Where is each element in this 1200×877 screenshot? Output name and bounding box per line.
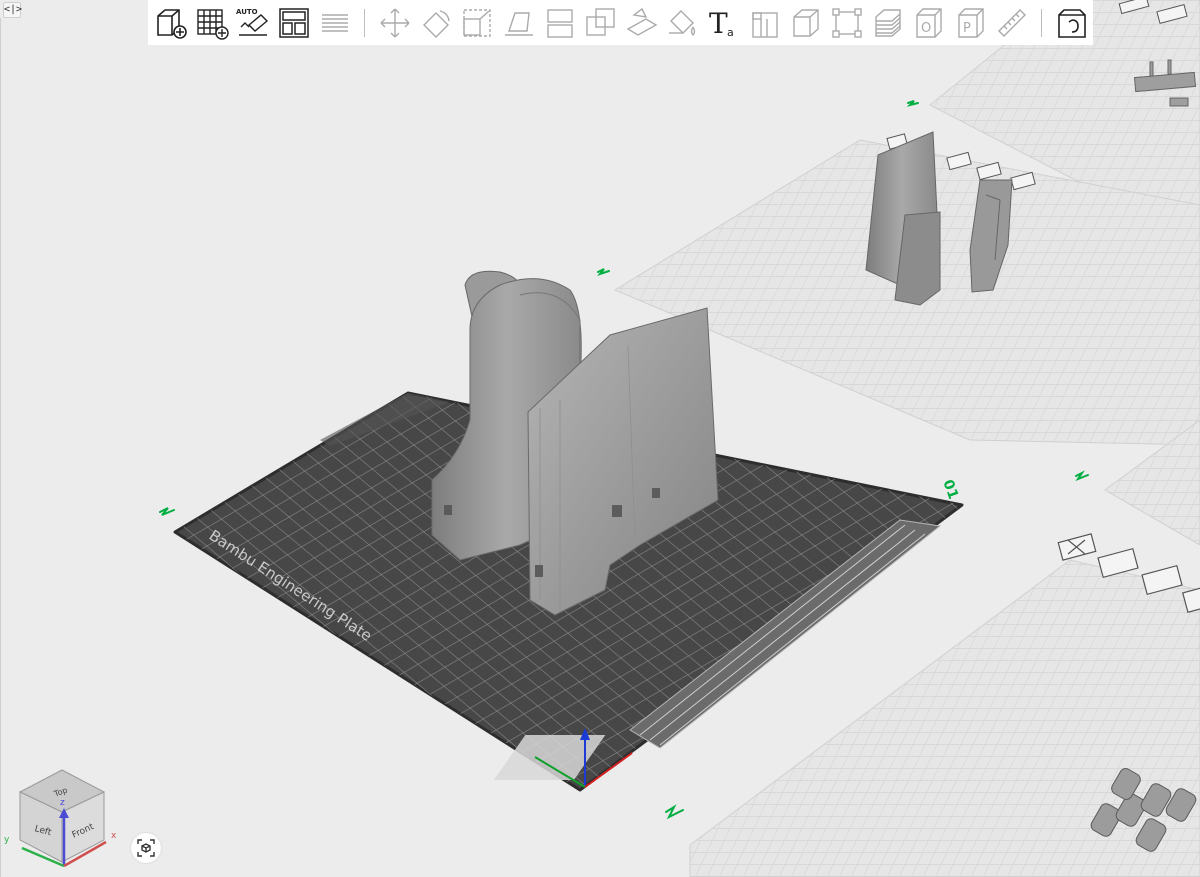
assembly-button[interactable] [786,3,826,43]
assembly-icon [793,8,819,37]
move-button[interactable] [375,3,415,43]
text-icon: T a [709,7,734,40]
add-plate-button[interactable] [192,3,232,43]
color-paint-icon [668,9,696,36]
3d-viewport[interactable]: Bambu Engineering Plate 01 Top Left Fron… [0,0,1200,877]
scale-button[interactable] [458,3,498,43]
view-cube-z: z [60,798,65,808]
cut-button[interactable] [540,3,580,43]
svg-text:P: P [963,21,971,36]
seam-icon [752,11,778,38]
support-paint-icon [626,7,658,36]
view-cube-y: y [4,835,10,845]
left-panel-edge [0,18,1,877]
add-object-button[interactable] [151,3,191,43]
assembly-view-button[interactable] [1052,3,1092,43]
main-toolbar: AUTO T a O P [148,0,1093,45]
auto-orient-icon: AUTO [236,8,269,36]
collapse-sidebar-button[interactable]: <|> [3,2,22,18]
svg-text:O: O [921,21,931,36]
ruler-button[interactable] [992,3,1032,43]
color-paint-button[interactable] [663,3,703,43]
fit-view-icon [137,839,155,857]
lay-on-face-button[interactable] [499,3,539,43]
split-layers-button[interactable] [315,3,355,43]
cube-plus-icon [156,8,187,39]
ruler-icon [997,8,1026,37]
move-icon [380,8,410,37]
rotate-button[interactable] [417,3,457,43]
svg-text:a: a [727,26,734,39]
svg-text:T: T [709,7,728,40]
boolean-button[interactable] [581,3,621,43]
plate-object-button[interactable]: P [951,3,991,43]
toolbar-separator [364,8,366,37]
lay-on-face-icon [504,11,533,36]
text-button[interactable]: T a [704,3,744,43]
arrange-button[interactable] [274,3,314,43]
rotate-icon [423,9,451,38]
arrange-icon [279,7,309,38]
boolean-icon [586,7,615,36]
scale-icon [463,8,492,37]
grid-plus-icon [197,8,229,40]
layers-icon [322,13,349,32]
measure-box-icon [832,7,862,38]
toolbar-separator [1040,8,1042,37]
plate-object-icon: P [957,7,984,38]
view-cube-x: x [111,831,117,841]
assembly-view-icon [1057,8,1086,38]
layer-stack-button[interactable] [869,3,909,43]
auto-orient-button[interactable]: AUTO [233,3,273,43]
cut-icon [546,8,573,38]
seam-button[interactable] [745,3,785,43]
fit-view-button[interactable] [131,833,161,863]
layer-stack-icon [875,8,902,37]
support-paint-button[interactable] [622,3,662,43]
shell-icon: O [916,7,943,38]
shell-button[interactable]: O [910,3,950,43]
svg-text:AUTO: AUTO [236,8,258,16]
measure-box-button[interactable] [827,3,867,43]
